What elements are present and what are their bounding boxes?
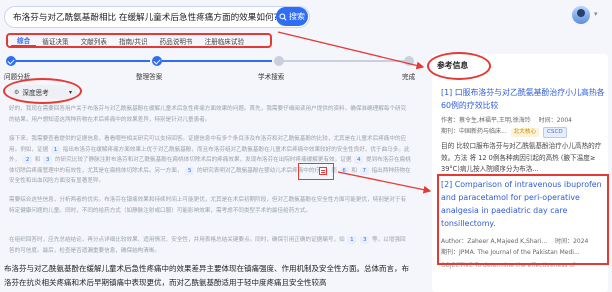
top-bar: 布洛芬与对乙酰氨基酚相比 在缓解儿童术后急性疼痛方面的效果如何? 搜索 ▾ bbox=[0, 0, 612, 36]
step-connector bbox=[14, 60, 150, 62]
reasoning-text: 和 bbox=[351, 167, 358, 174]
citation-ref[interactable]: 1 bbox=[50, 145, 60, 154]
step-done-icon bbox=[6, 56, 16, 66]
search-query-text: 布洛芬与对乙酰氨基酚相比 在缓解儿童术后急性疼痛方面的效果如何? bbox=[13, 13, 279, 23]
citation-ref[interactable]: 6 bbox=[339, 166, 349, 175]
step-pending-icon bbox=[404, 56, 414, 66]
citation-ref[interactable]: 3 bbox=[360, 236, 370, 244]
progress-steps: 问题分析 整理答案 学术搜索 完成 bbox=[4, 53, 416, 83]
reference-card[interactable]: [1] 口服布洛芬与对乙酰氨基酚治疗小儿高热各60例的疗效比较 作者：蔡令生,林… bbox=[441, 86, 607, 176]
search-button-label: 搜索 bbox=[289, 12, 305, 21]
chevron-down-icon[interactable]: ▾ bbox=[594, 10, 598, 18]
reasoning-paragraph: 好的，我现在需要回答用户关于布洛芬与对乙酰氨基酚在缓解儿童术后急性疼痛方面效果的… bbox=[9, 104, 411, 125]
citation-ref[interactable]: 3 bbox=[43, 156, 53, 164]
citation-ref[interactable]: 5 bbox=[185, 166, 195, 175]
step-connector bbox=[162, 60, 272, 62]
tab-evidence-decision[interactable]: 循证决策 bbox=[36, 36, 74, 46]
annotation-ellipse bbox=[427, 52, 491, 80]
step-label: 学术搜索 bbox=[258, 73, 285, 81]
reference-title-link[interactable]: [1] 口服布洛芬与对乙酰氨基酚治疗小儿高热各60例的疗效比较 bbox=[441, 86, 607, 112]
tab-bar: 综合 循证决策 文献列表 指南/共识 药品说明书 注册临床试验 bbox=[6, 33, 272, 48]
reasoning-text: 需要综合这些信息，分析两者的优劣。布洛芬在镇痛效果和持续时间上可能更优，尤其是在… bbox=[9, 197, 407, 214]
reference-authors: 作者：蔡令生,林福平,王明,徐海玲 时间：2004 bbox=[441, 117, 572, 124]
tab-clinical-trials[interactable]: 注册临床试验 bbox=[199, 36, 251, 46]
annotation-box bbox=[437, 174, 609, 265]
step-connector bbox=[284, 60, 404, 62]
citation-ref[interactable]: 7 bbox=[359, 166, 369, 175]
tab-literature-list[interactable]: 文献列表 bbox=[75, 36, 113, 46]
journal-tag: 北大核心 bbox=[510, 128, 540, 137]
document-icon[interactable] bbox=[319, 167, 327, 175]
step-pending-icon bbox=[274, 56, 284, 66]
reference-abstract: 目的 比较口服布洛芬与对乙酰氨基酚治疗小儿高热的疗效。方法 将 12 0例各种病… bbox=[441, 142, 602, 173]
tab-drug-inserts[interactable]: 药品说明书 bbox=[154, 36, 199, 46]
step-label: 完成 bbox=[402, 73, 416, 81]
citation-ref[interactable]: 2 bbox=[22, 156, 32, 164]
tab-comprehensive[interactable]: 综合 bbox=[11, 35, 37, 46]
tab-guidelines[interactable]: 指南/共识 bbox=[113, 36, 154, 46]
search-icon bbox=[279, 12, 287, 21]
reasoning-text: 好的，我现在需要回答用户关于布洛芬与对乙酰氨基酚在缓解儿童术后急性疼痛方面效果的… bbox=[9, 106, 407, 123]
step-label: 整理答案 bbox=[136, 73, 163, 81]
search-input[interactable]: 布洛芬与对乙酰氨基酚相比 在缓解儿童术后急性疼痛方面的效果如何? bbox=[4, 6, 310, 28]
reasoning-text: 和 bbox=[34, 157, 41, 163]
reasoning-paragraph: 在组织回答时，应先总结结论，再分点详细比较效果、适用情况、安全性，并用表格总结关… bbox=[9, 235, 411, 256]
annotation-ellipse bbox=[3, 78, 82, 104]
journal-tag: CSCD bbox=[542, 127, 567, 138]
citation-ref[interactable]: 1 bbox=[347, 236, 357, 244]
annotation-box bbox=[298, 163, 334, 180]
answer-text: 布洛芬与对乙酰氨基酚在缓解儿童术后急性疼痛中的效果差异主要体现在镇痛强度、作用机… bbox=[4, 264, 409, 287]
reasoning-text: 在组织回答时，应先总结结论，再分点详细比较效果、适用情况、安全性，并用表格总结关… bbox=[9, 237, 345, 243]
reference-journal: 期刊：中国新药与临床... 北大核心 CSCD bbox=[441, 126, 607, 138]
step-done-icon bbox=[152, 56, 162, 66]
avatar[interactable] bbox=[572, 6, 590, 24]
citation-ref[interactable]: 4 bbox=[354, 156, 364, 164]
reasoning-paragraph: 接下来，我需要查看提供的证据信息，看看哪些相关研究可以支持回答。证据信息中有多个… bbox=[9, 134, 411, 187]
search-button[interactable]: 搜索 bbox=[276, 7, 308, 26]
reasoning-paragraph: 需要综合这些信息，分析两者的优劣。布洛芬在镇痛效果和持续时间上可能更优，尤其是在… bbox=[9, 195, 411, 216]
